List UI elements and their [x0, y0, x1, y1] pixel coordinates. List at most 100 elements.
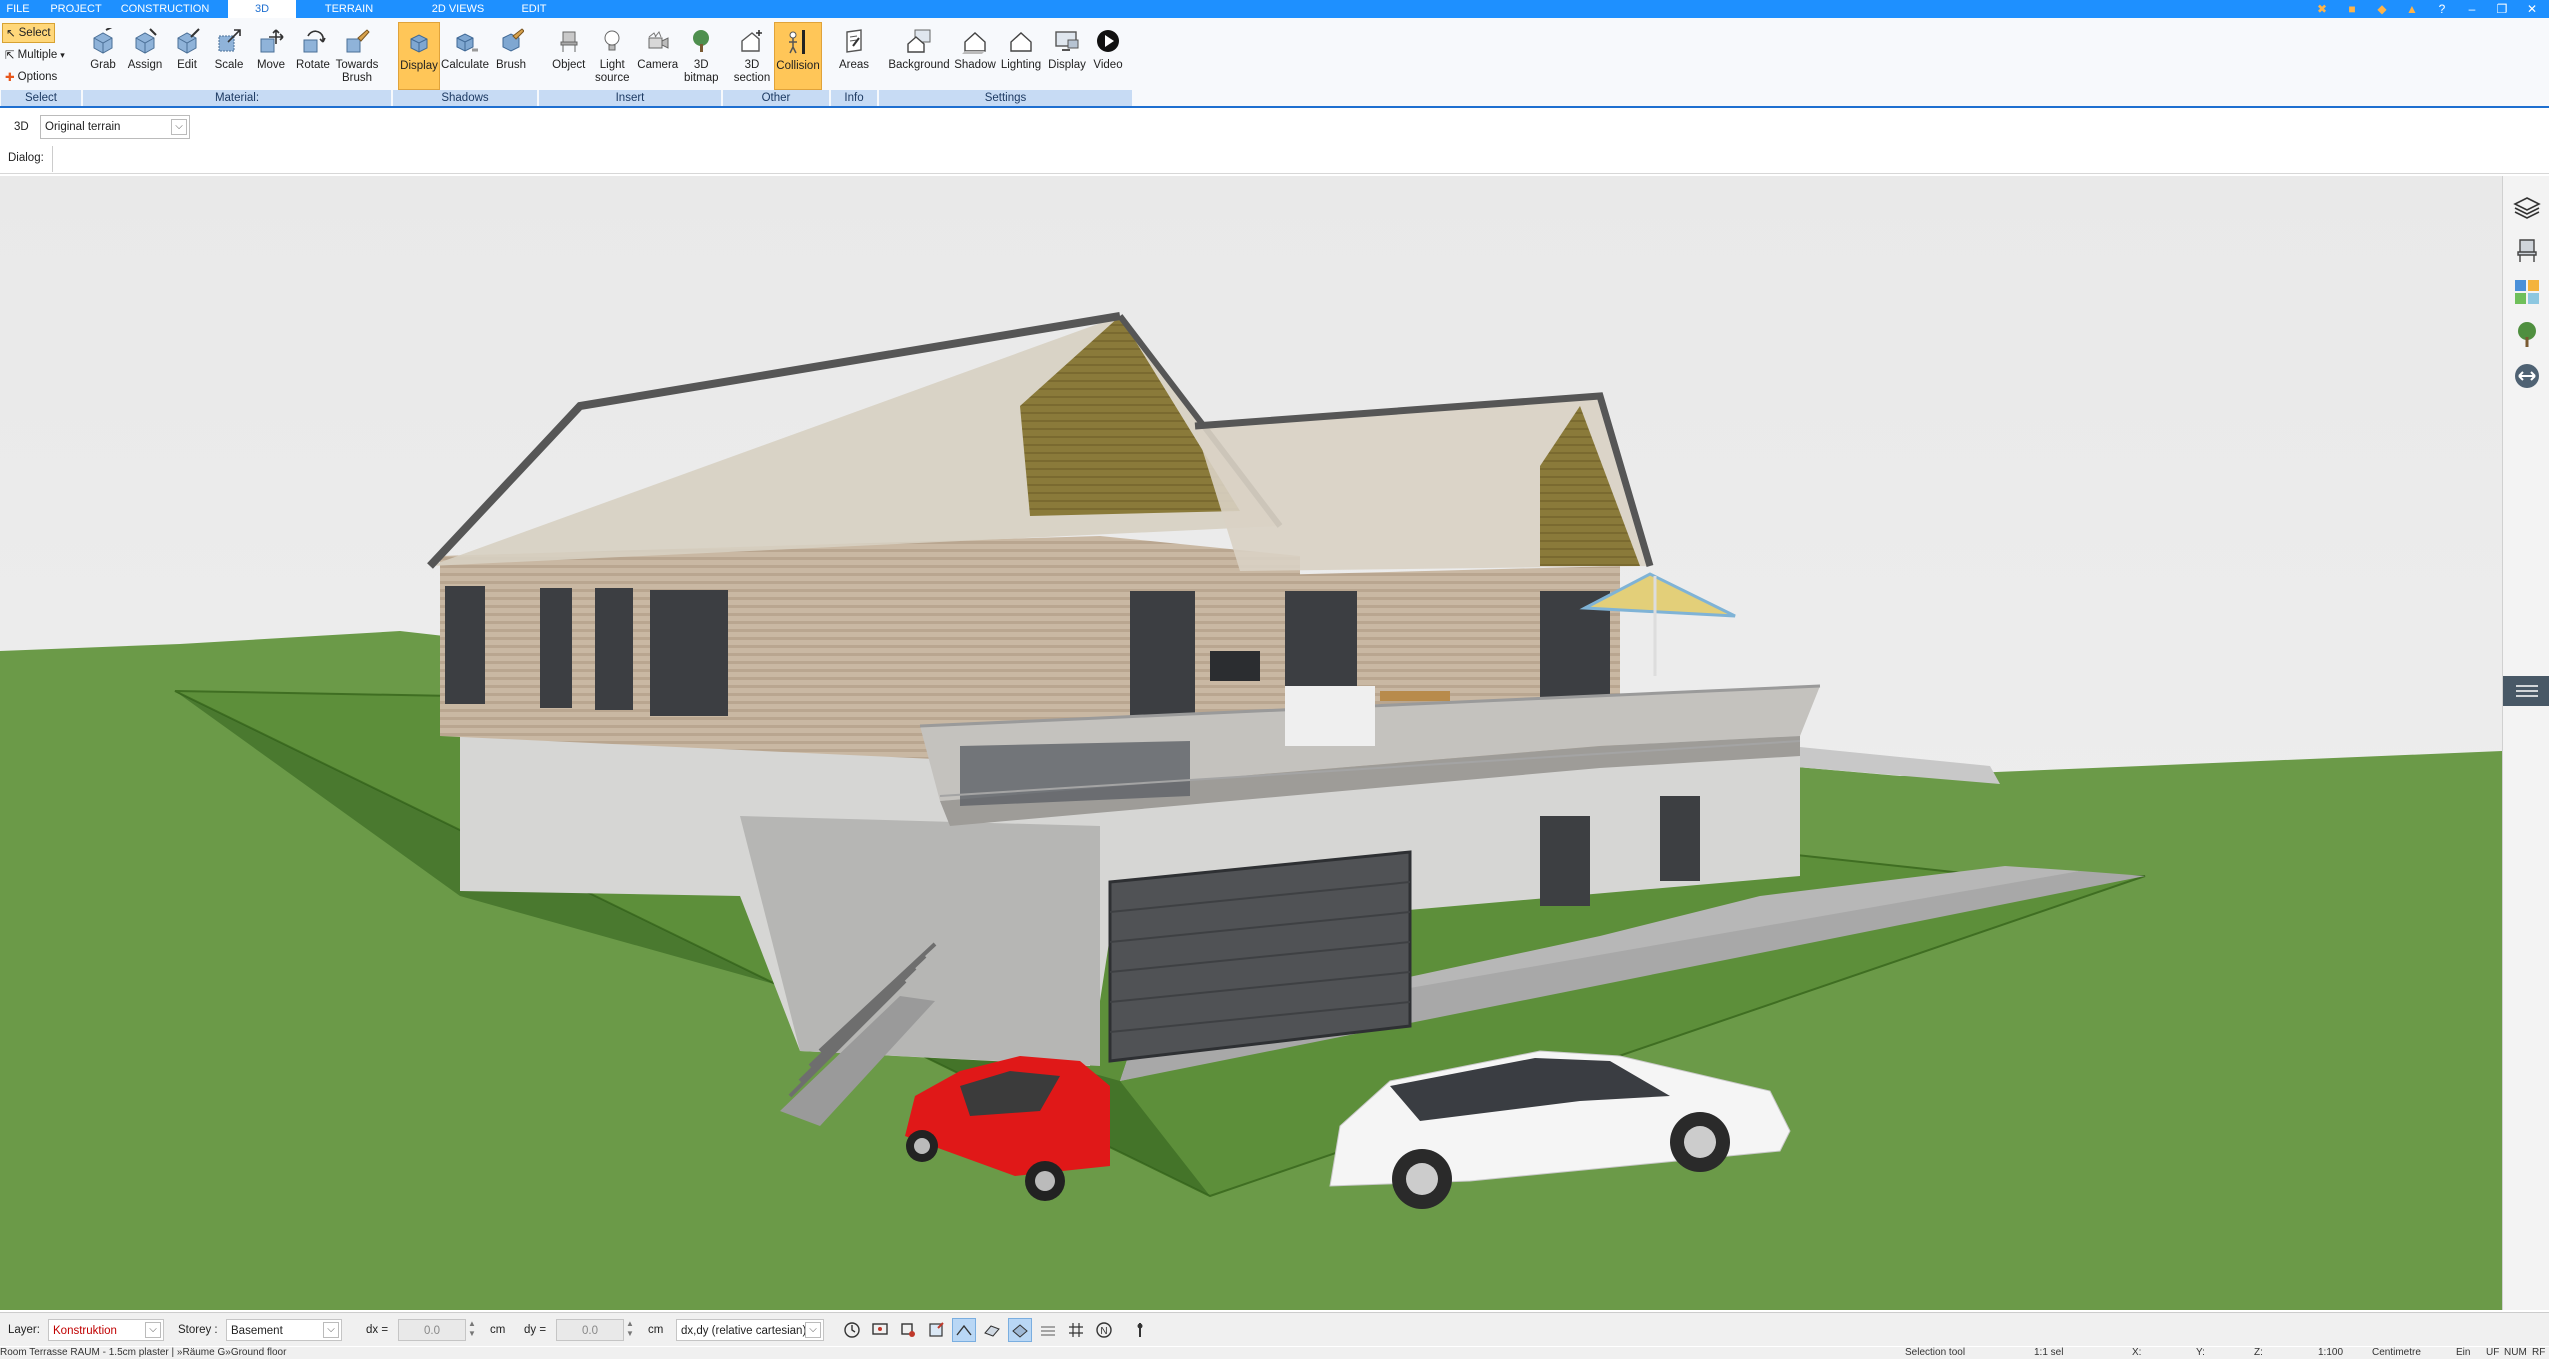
window	[445, 586, 485, 704]
plus-icon: ✚	[5, 72, 15, 84]
fill-icon[interactable]: ▲	[2401, 1, 2423, 17]
storey-select[interactable]: Basement ⌵	[226, 1319, 342, 1341]
info-line: Room Terrasse RAUM - 1.5cm plaster | »Rä…	[0, 1347, 2549, 1359]
layer-select[interactable]: Konstruktion ⌵	[48, 1319, 164, 1341]
chevron-down-icon: ▾	[60, 49, 65, 60]
dialog-separator	[52, 146, 53, 172]
camera-button[interactable]: Camera	[635, 22, 680, 90]
tab-construction[interactable]: CONSTRUCTION	[116, 0, 214, 18]
dy-spinner[interactable]: ▲ ▼	[626, 1319, 636, 1341]
dy-input[interactable]: 0.0	[556, 1319, 624, 1341]
chevron-down-icon: ⌵	[323, 1322, 339, 1338]
materials-icon[interactable]	[2511, 276, 2543, 308]
north-icon[interactable]: N	[1092, 1318, 1116, 1342]
background-button[interactable]: Background	[886, 22, 952, 90]
tab-3d[interactable]: 3D	[228, 0, 296, 18]
shadows-group-label: Shadows	[393, 90, 537, 106]
dx-spinner[interactable]: ▲ ▼	[468, 1319, 478, 1341]
3d-bitmap-button[interactable]: 3D bitmap	[680, 22, 722, 90]
window	[1285, 591, 1357, 686]
lighting-button[interactable]: Lighting	[998, 22, 1044, 90]
video-button[interactable]: Video	[1090, 22, 1126, 90]
shadow-display-button[interactable]: Display	[398, 22, 440, 90]
screen-snap-icon[interactable]	[868, 1318, 892, 1342]
info-group-label: Info	[831, 90, 877, 106]
monitor-icon	[1054, 28, 1080, 54]
camera-icon	[645, 28, 671, 54]
3d-viewport[interactable]	[0, 176, 2502, 1310]
tab-terrain[interactable]: TERRAIN	[304, 0, 394, 18]
snap-surface-icon[interactable]	[1008, 1318, 1032, 1342]
help-icon[interactable]: ?	[2431, 1, 2453, 17]
snap-object-icon[interactable]	[924, 1318, 948, 1342]
coord-y: Y:	[2196, 1347, 2205, 1358]
tab-file[interactable]: FILE	[0, 0, 36, 18]
tab-2d-views[interactable]: 2D VIEWS	[418, 0, 498, 18]
grid-icon[interactable]	[1064, 1318, 1088, 1342]
3d-section-button[interactable]: 3D section	[730, 22, 774, 90]
status-bar: Layer: Konstruktion ⌵ Storey : Basement …	[0, 1312, 2549, 1346]
settings-group-label: Settings	[879, 90, 1132, 106]
3d-scene	[0, 176, 2502, 1310]
restore-icon[interactable]: ❐	[2491, 1, 2513, 17]
shadow-settings-button[interactable]: Shadow	[952, 22, 998, 90]
clock-icon[interactable]	[840, 1318, 864, 1342]
chair-icon[interactable]	[2511, 234, 2543, 266]
snap-wall-icon[interactable]	[980, 1318, 1004, 1342]
light-source-button[interactable]: Light source	[590, 22, 635, 90]
edit-button[interactable]: Edit	[166, 22, 208, 90]
dx-input[interactable]: 0.0	[398, 1319, 466, 1341]
terrain-select[interactable]: Original terrain ⌵	[40, 115, 190, 139]
coord-mode-select[interactable]: dx,dy (relative cartesian) ⌵	[676, 1319, 824, 1341]
house-lighting-icon	[1008, 28, 1034, 54]
close-icon[interactable]: ✕	[2521, 1, 2543, 17]
measure-icon[interactable]	[2511, 360, 2543, 392]
shadow-calculate-button[interactable]: Calculate	[440, 22, 490, 90]
assign-button[interactable]: Assign	[124, 22, 166, 90]
select-group-label: Select	[1, 90, 81, 106]
rotate-button[interactable]: Rotate	[292, 22, 334, 90]
selection-count: 1:1 sel	[2034, 1347, 2064, 1358]
material-group-label: Material:	[83, 90, 391, 106]
box-icon[interactable]: ■	[2341, 1, 2363, 17]
tree-icon[interactable]	[2511, 318, 2543, 350]
terrace-furniture	[1285, 686, 1375, 746]
towards-brush-button[interactable]: Towards Brush	[334, 22, 380, 90]
active-tool: Selection tool	[1905, 1347, 1966, 1358]
basement-door-2	[1660, 796, 1700, 881]
collision-icon	[785, 29, 811, 55]
scale-value: 1:100	[2318, 1347, 2344, 1358]
hatch-icon[interactable]	[1036, 1318, 1060, 1342]
select-button[interactable]: ↖ Select	[2, 23, 55, 43]
tools-icon[interactable]: ✖	[2311, 1, 2333, 17]
right-sidebar	[2502, 176, 2549, 1310]
view-mode-label: 3D	[14, 121, 29, 133]
minimize-icon[interactable]: –	[2461, 1, 2483, 17]
move-button[interactable]: Move	[250, 22, 292, 90]
pin-icon[interactable]	[1128, 1318, 1152, 1342]
shadow-brush-button[interactable]: Brush	[490, 22, 532, 90]
tab-project[interactable]: PROJECT	[36, 0, 116, 18]
areas-button[interactable]: Areas	[834, 22, 874, 90]
snap-point-icon[interactable]	[896, 1318, 920, 1342]
rf-indicator: RF	[2532, 1347, 2546, 1358]
display-settings-button[interactable]: Display	[1044, 22, 1090, 90]
object-button[interactable]: Object	[548, 22, 590, 90]
multiple-button[interactable]: ⇱ Multiple ▾	[2, 45, 68, 65]
cube-assign-icon	[132, 28, 158, 54]
tab-edit[interactable]: EDIT	[506, 0, 562, 18]
num-indicator: NUM	[2504, 1347, 2527, 1358]
collision-button[interactable]: Collision	[774, 22, 822, 90]
input-mode: Ein	[2456, 1347, 2471, 1358]
dy-unit: cm	[648, 1324, 664, 1336]
grab-button[interactable]: Grab	[82, 22, 124, 90]
layers-icon[interactable]	[2511, 192, 2543, 224]
glass-railing	[960, 741, 1190, 806]
options-button[interactable]: ✚ Options	[2, 67, 60, 87]
menu-icon[interactable]	[2503, 676, 2549, 706]
snap-angle-icon[interactable]	[952, 1318, 976, 1342]
palette-icon[interactable]: ◆	[2371, 1, 2393, 17]
window	[540, 588, 572, 708]
other-group: 3D section Collision Other	[722, 18, 830, 106]
scale-button[interactable]: Scale	[208, 22, 250, 90]
